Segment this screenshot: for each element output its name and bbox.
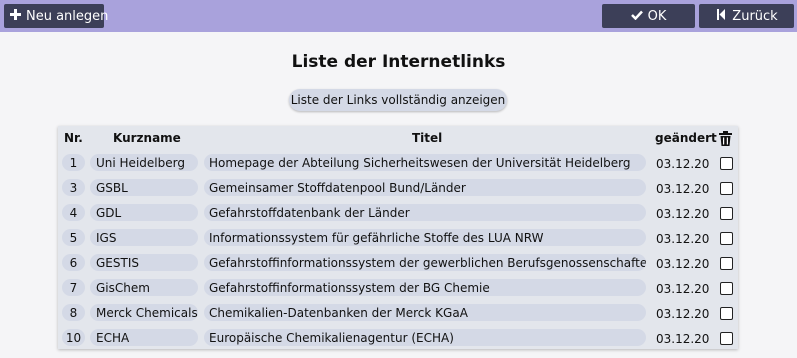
table-row: 1 Uni Heidelberg Homepage der Abteilung … [58,150,738,175]
new-button[interactable]: Neu anlegen [4,4,108,28]
header-nr: Nr. [64,131,83,145]
row-delete-checkbox[interactable] [720,182,733,195]
header-kurzname: Kurzname [113,131,181,145]
ok-button[interactable]: OK [602,4,695,28]
table-row: 7 GisChem Gefahrstoffinformationssystem … [58,275,738,300]
row-kurzname[interactable]: GSBL [90,179,198,196]
row-delete-checkbox[interactable] [720,282,733,295]
row-date: 03.12.20 [656,207,710,221]
row-titel[interactable]: Homepage der Abteilung Sicherheitswesen … [204,154,646,171]
header-geaendert: geändert [655,131,717,145]
row-delete-checkbox[interactable] [720,257,733,270]
row-delete-checkbox[interactable] [720,207,733,220]
table-row: 6 GESTIS Gefahrstoffinformationssystem d… [58,250,738,275]
row-nr[interactable]: 7 [62,279,85,296]
table-row: 10 ECHA Europäische Chemikalienagentur (… [58,325,738,350]
table-row: 5 IGS Informationssystem für gefährliche… [58,225,738,250]
row-nr[interactable]: 4 [62,204,85,221]
row-delete-checkbox[interactable] [720,307,733,320]
row-delete-checkbox[interactable] [720,232,733,245]
back-button[interactable]: Zurück [699,4,794,28]
table-row: 3 GSBL Gemeinsamer Stoffdatenpool Bund/L… [58,175,738,200]
row-nr[interactable]: 8 [62,304,85,321]
row-titel[interactable]: Gefahrstoffinformationssystem der gewerb… [204,254,646,271]
row-kurzname[interactable]: GDL [90,204,198,221]
row-date: 03.12.20 [656,257,710,271]
row-kurzname[interactable]: Uni Heidelberg [90,154,198,171]
row-nr[interactable]: 1 [62,154,85,171]
new-button-label: Neu anlegen [26,8,109,24]
check-icon [630,9,643,24]
row-titel[interactable]: Europäische Chemikalienagentur (ECHA) [204,329,646,346]
header-titel: Titel [412,131,443,145]
page-title: Liste der Internetlinks [291,52,506,72]
row-date: 03.12.20 [656,282,710,296]
table-header: Nr. Kurzname Titel geändert [58,126,738,149]
row-date: 03.12.20 [656,182,710,196]
row-titel[interactable]: Gefahrstoffdatenbank der Länder [204,204,646,221]
back-button-label: Zurück [732,8,778,24]
table-row: 8 Merck Chemicals Chemikalien-Datenbanke… [58,300,738,325]
row-nr[interactable]: 10 [62,329,85,346]
links-table: Nr. Kurzname Titel geändert 1 Uni Heidel… [58,126,738,349]
top-toolbar: Neu anlegen OK Zurück [0,0,797,32]
skip-back-icon [715,8,727,24]
row-kurzname[interactable]: ECHA [90,329,198,346]
row-date: 03.12.20 [656,157,710,171]
table-row: 4 GDL Gefahrstoffdatenbank der Länder 03… [58,200,738,225]
plus-icon [10,8,21,24]
trash-icon[interactable] [719,131,732,146]
row-titel[interactable]: Chemikalien-Datenbanken der Merck KGaA [204,304,646,321]
row-nr[interactable]: 3 [62,179,85,196]
row-date: 03.12.20 [656,332,710,346]
row-kurzname[interactable]: Merck Chemicals [90,304,198,321]
row-kurzname[interactable]: GisChem [90,279,198,296]
row-titel[interactable]: Gefahrstoffinformationssystem der BG Che… [204,279,646,296]
row-nr[interactable]: 5 [62,229,85,246]
show-all-button[interactable]: Liste der Links vollständig anzeigen [289,89,507,111]
row-delete-checkbox[interactable] [720,332,733,345]
row-kurzname[interactable]: GESTIS [90,254,198,271]
row-kurzname[interactable]: IGS [90,229,198,246]
ok-button-label: OK [647,8,667,24]
row-titel[interactable]: Gemeinsamer Stoffdatenpool Bund/Länder [204,179,646,196]
row-titel[interactable]: Informationssystem für gefährliche Stoff… [204,229,646,246]
row-nr[interactable]: 6 [62,254,85,271]
row-delete-checkbox[interactable] [720,157,733,170]
row-date: 03.12.20 [656,232,710,246]
row-date: 03.12.20 [656,307,710,321]
